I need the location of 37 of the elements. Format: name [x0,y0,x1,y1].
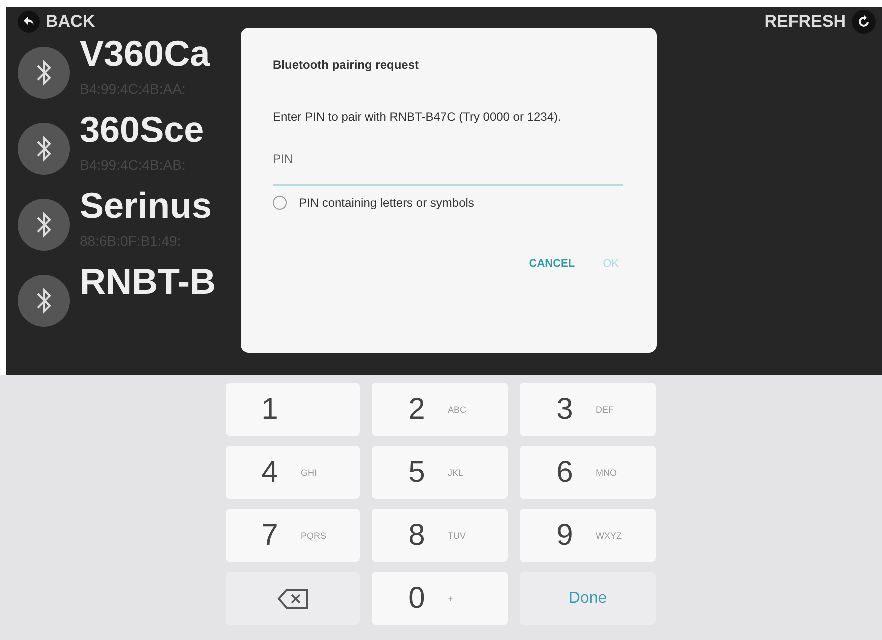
backspace-icon [277,588,309,610]
digit-key[interactable]: 5 JKL [372,446,508,499]
digit-key[interactable]: 1 [226,383,360,436]
refresh-button[interactable]: REFRESH [764,10,876,34]
device-name: RNBT-B [80,261,216,303]
bluetooth-icon [18,47,70,99]
key-letters: PQRS [301,530,328,540]
radio-button[interactable] [273,196,287,210]
bluetooth-icon [18,199,70,251]
pin-field[interactable]: PIN [273,148,623,186]
option-label: PIN containing letters or symbols [299,196,474,210]
key-letters: JKL [448,468,465,478]
key-letters: + [448,594,454,604]
key-letters: GHI [301,468,318,478]
back-button[interactable]: BACK [18,11,96,33]
digit-key[interactable]: 2 ABC [372,383,508,436]
device-name: V360Ca [80,33,210,75]
bluetooth-icon [18,275,70,327]
key-letters: TUV [448,530,467,540]
device-name: 360Sce [80,109,204,151]
digit-key[interactable]: 3 DEF [520,383,656,436]
dialog-title: Bluetooth pairing request [273,58,420,72]
refresh-icon [852,10,876,34]
digit-key[interactable]: 8 TUV [372,509,508,562]
digit-key[interactable]: 7 PQRS [226,509,360,562]
key-letters: WXYZ [596,530,623,540]
bluetooth-icon [18,123,70,175]
digit-key[interactable]: 0 + [372,572,508,625]
dialog-message: Enter PIN to pair with RNBT-B47C (Try 0000 or 1234). [273,110,562,124]
digit-key[interactable]: 4 GHI [226,446,360,499]
device-name: Serinus [80,185,212,227]
key-letters: DEF [596,404,615,414]
key-letters: MNO [596,468,618,478]
digit-key[interactable]: 6 MNO [520,446,656,499]
key-letters: ABC [448,404,468,414]
backspace-key[interactable] [226,572,360,625]
digit-key[interactable]: 9 WXYZ [520,509,656,562]
